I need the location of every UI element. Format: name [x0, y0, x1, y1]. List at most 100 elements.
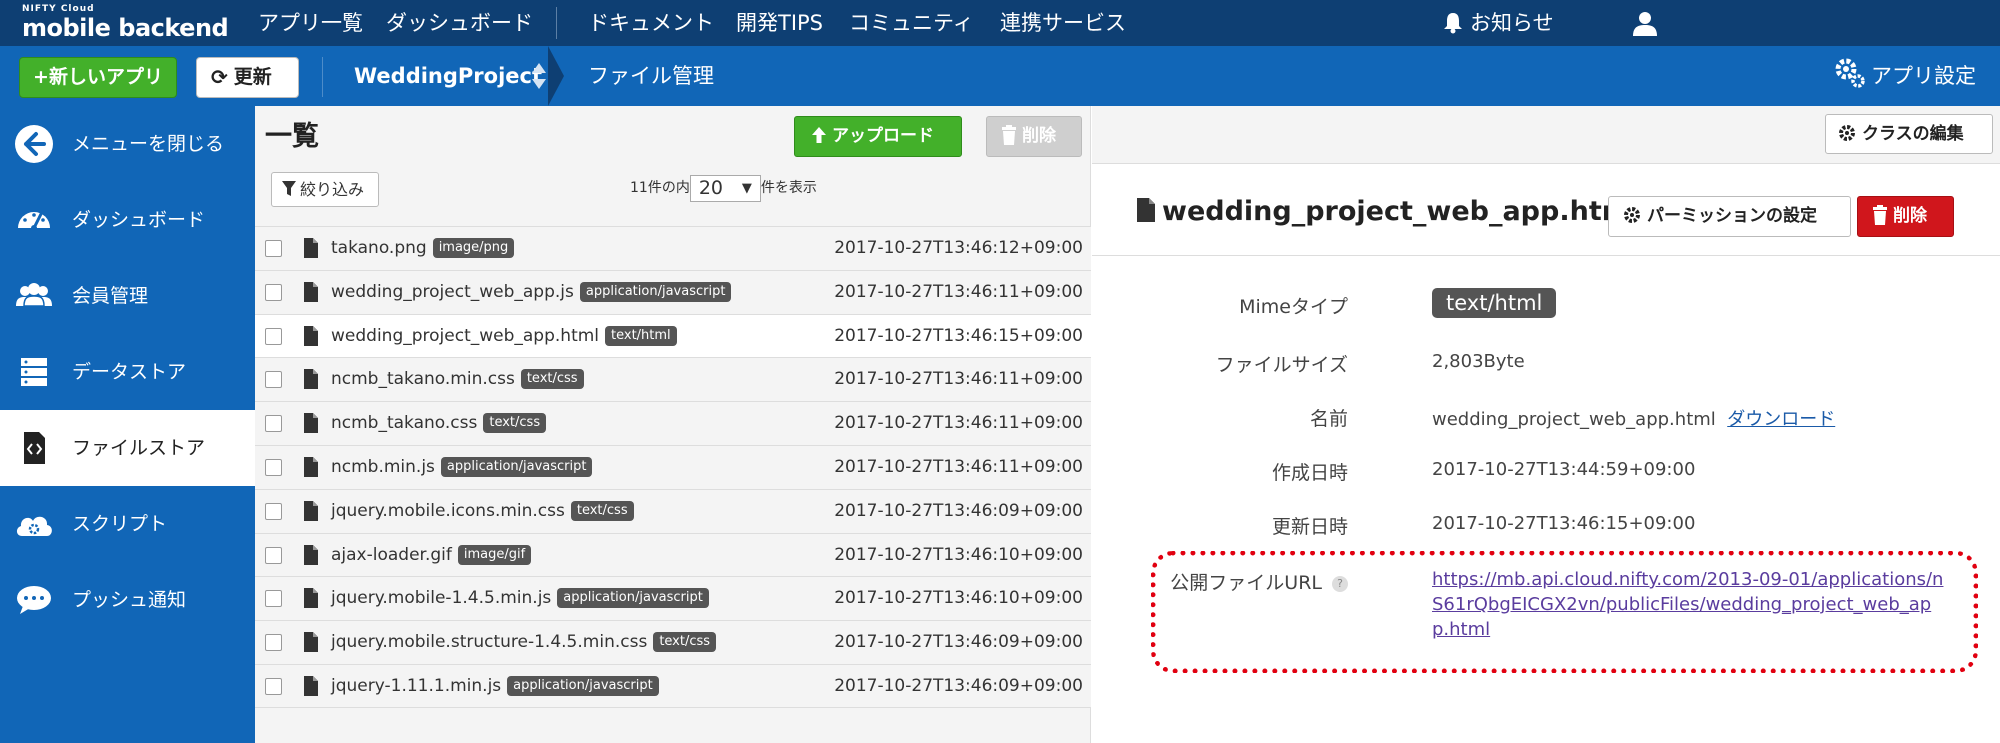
table-row[interactable]: jquery.mobile-1.4.5.min.js application/ja… [255, 576, 1091, 621]
row-checkbox[interactable] [265, 677, 282, 695]
file-name-cell[interactable]: ncmb.min.js application/javascript [331, 446, 593, 489]
row-checkbox[interactable] [265, 458, 282, 476]
row-checkbox[interactable] [265, 283, 282, 301]
highlight-annotation [1151, 551, 1978, 673]
file-name: ncmb_takano.css [331, 413, 478, 434]
file-icon [303, 587, 319, 613]
breadcrumb-file-management[interactable]: ファイル管理 [588, 46, 714, 106]
nav-community[interactable]: コミュニティ [849, 0, 974, 46]
refresh-icon: ⟳ [211, 65, 228, 89]
table-row[interactable]: takano.png image/png 2017-10-27T13:46:12+0… [255, 226, 1091, 270]
nav-dev-tips[interactable]: 開発TIPS [736, 0, 823, 46]
file-name-cell[interactable]: jquery.mobile.structure-1.4.5.min.css tex… [331, 621, 717, 664]
up-down-arrows-icon[interactable] [531, 61, 547, 91]
project-selector[interactable]: WeddingProject [354, 46, 542, 106]
updated-label: 更新日時 [1271, 516, 1348, 538]
file-name: wedding_project_web_app.js [331, 281, 574, 302]
file-name-cell[interactable]: jquery.mobile-1.4.5.min.js application/ja… [331, 577, 709, 620]
nav-integrations[interactable]: 連携サービス [1000, 0, 1126, 46]
list-title: 一覧 [265, 121, 319, 152]
row-checkbox[interactable] [265, 590, 282, 608]
mime-badge: text/css [483, 413, 547, 434]
table-row[interactable]: ncmb_takano.css text/css 2017-10-27T13:46:… [255, 401, 1091, 445]
table-row[interactable]: jquery-1.11.1.min.js application/javascri… [255, 663, 1091, 708]
row-checkbox[interactable] [265, 371, 282, 389]
file-table: takano.png image/png 2017-10-27T13:46:12+0… [255, 226, 1091, 708]
download-link[interactable]: ダウンロード [1727, 409, 1835, 430]
file-name-cell[interactable]: takano.png image/png [331, 227, 515, 270]
row-checkbox[interactable] [265, 634, 282, 652]
arrow-left-icon [15, 125, 53, 163]
file-name: jquery.mobile-1.4.5.min.js [331, 588, 552, 609]
refresh-label: 更新 [233, 66, 272, 88]
sidebar-item-filestore[interactable]: ファイルストア [0, 410, 255, 486]
filter-button[interactable]: 絞り込み [271, 172, 379, 207]
mime-badge: application/javascript [557, 588, 709, 609]
nav-app-list[interactable]: アプリ一覧 [258, 0, 363, 46]
speech-bubble-icon [17, 586, 51, 614]
row-checkbox[interactable] [265, 546, 282, 564]
app-settings-button[interactable]: アプリ設定 [1833, 56, 1976, 96]
row-checkbox[interactable] [265, 415, 282, 433]
file-name: ajax-loader.gif [331, 544, 452, 565]
sidebar-item-datastore[interactable]: データストア [0, 334, 255, 410]
nav-notice[interactable]: お知らせ [1470, 0, 1554, 46]
row-checkbox[interactable] [265, 240, 282, 257]
row-checkbox[interactable] [265, 502, 282, 520]
trash-icon [1002, 125, 1016, 145]
table-row[interactable]: jquery.mobile.structure-1.4.5.min.css tex… [255, 620, 1091, 664]
top-nav: NIFTY Cloud mobile backend アプリ一覧 ダッシュボード… [0, 0, 2000, 46]
refresh-button[interactable]: ⟳ 更新 [196, 57, 299, 98]
table-row[interactable]: ncmb.min.js application/javascript 2017-10… [255, 444, 1091, 489]
sidebar-item-close-menu[interactable]: メニューを閉じる [0, 106, 255, 182]
file-date: 2017-10-27T13:46:12+09:00 [834, 238, 1083, 258]
file-name-cell[interactable]: wedding_project_web_app.js application/ja… [331, 271, 732, 314]
file-name-cell[interactable]: ajax-loader.gif image/gif [331, 534, 532, 577]
mime-badge: image/gif [457, 544, 532, 565]
delete-file-button[interactable]: 削除 [1857, 196, 1954, 237]
file-name: takano.png [331, 238, 427, 258]
sidebar-item-dashboard[interactable]: ダッシュボード [0, 182, 255, 258]
new-app-button[interactable]: +新しいアプリ [19, 57, 177, 98]
delete-file-label: 削除 [1893, 206, 1927, 226]
bell-icon[interactable] [1443, 12, 1463, 34]
table-row[interactable]: wedding_project_web_app.html text/html 201… [255, 313, 1091, 358]
file-name: wedding_project_web_app.html [331, 325, 600, 346]
file-code-icon [24, 432, 45, 464]
page-size-select[interactable]: 20 ▼ [689, 174, 761, 202]
file-name-cell[interactable]: jquery.mobile.icons.min.css text/css [331, 490, 634, 533]
file-name-cell[interactable]: ncmb_takano.css text/css [331, 402, 547, 445]
file-icon [1137, 198, 1155, 222]
delete-selected-button[interactable]: 削除 [986, 116, 1082, 157]
nifty-logo[interactable]: NIFTY Cloud mobile backend [22, 4, 229, 42]
table-row[interactable]: jquery.mobile.icons.min.css text/css 2017-… [255, 488, 1091, 533]
mime-badge: application/javascript [579, 281, 732, 302]
mime-badge: text/css [520, 369, 584, 390]
file-icon [303, 281, 319, 307]
table-row[interactable]: wedding_project_web_app.js application/ja… [255, 269, 1091, 314]
count-suffix: 件を表示 [760, 180, 817, 196]
logo-main-text: mobile backend [22, 14, 229, 42]
nav-documents[interactable]: ドキュメント [588, 0, 714, 46]
upload-button[interactable]: アップロード [794, 116, 962, 157]
file-name-cell[interactable]: jquery-1.11.1.min.js application/javascri… [331, 665, 659, 708]
sidebar-item-members[interactable]: 会員管理 [0, 258, 255, 334]
row-checkbox[interactable] [265, 327, 282, 345]
file-icon [303, 675, 319, 701]
nav-dashboard[interactable]: ダッシュボード [386, 0, 533, 46]
table-row[interactable]: ncmb_takano.min.css text/css 2017-10-27T13… [255, 357, 1091, 402]
sidebar-item-script[interactable]: スクリプト [0, 486, 255, 562]
table-row[interactable]: ajax-loader.gif image/gif 2017-10-27T13:46… [255, 532, 1091, 577]
sidebar-item-label: データストア [72, 361, 187, 383]
sidebar-item-label: プッシュ通知 [72, 589, 187, 611]
mime-value: text/html [1432, 288, 1557, 318]
appbar-divider [322, 57, 323, 97]
file-name-cell[interactable]: wedding_project_web_app.html text/html [331, 315, 677, 358]
sidebar-item-push[interactable]: プッシュ通知 [0, 562, 255, 638]
user-icon[interactable] [1632, 10, 1658, 36]
gear-icon [1624, 207, 1640, 223]
class-edit-button[interactable]: クラスの編集 [1825, 114, 1993, 154]
file-name-cell[interactable]: ncmb_takano.min.css text/css [331, 358, 584, 401]
file-date: 2017-10-27T13:46:09+09:00 [834, 675, 1083, 696]
permission-settings-button[interactable]: パーミッションの設定 [1608, 196, 1851, 237]
